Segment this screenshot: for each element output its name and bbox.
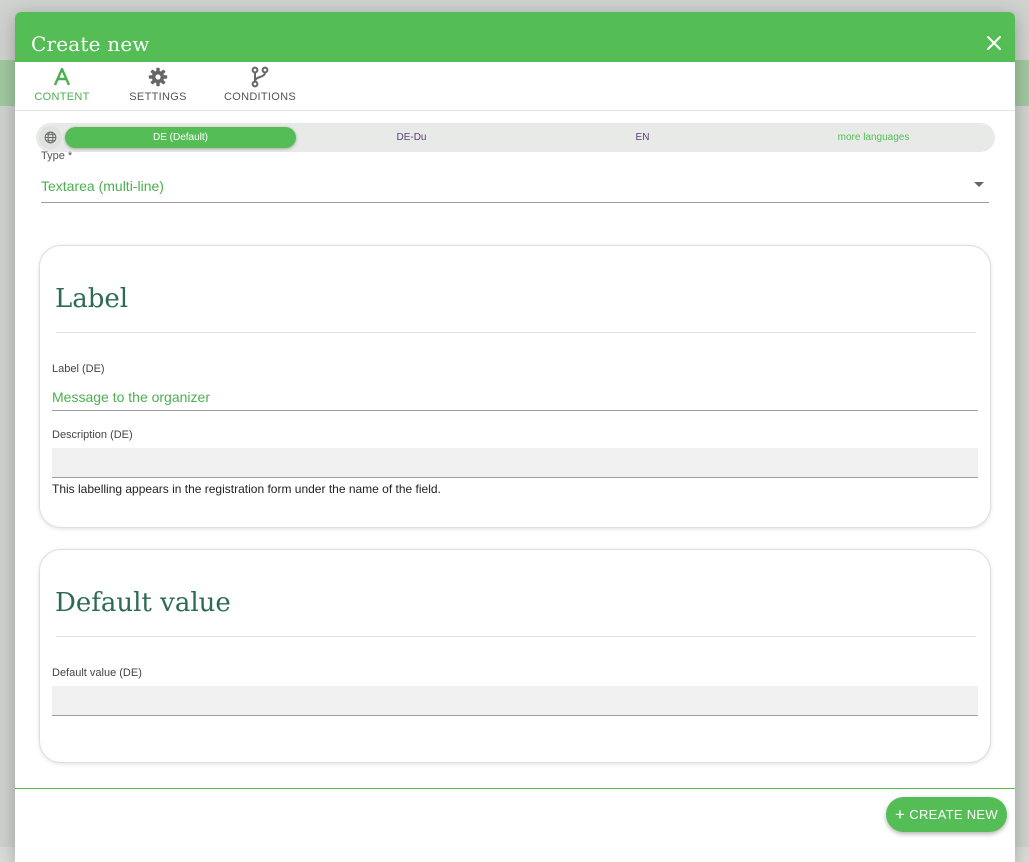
default-value-field-label: Default value (DE)	[52, 667, 142, 679]
type-select-value: Textarea (multi-line)	[41, 178, 164, 194]
description-hint: This labelling appears in the registrati…	[52, 482, 441, 496]
tab-settings-label: SETTINGS	[129, 91, 187, 103]
close-button[interactable]	[985, 34, 1003, 52]
language-tab-de-default[interactable]: DE (Default)	[65, 127, 296, 148]
label-field-label: Label (DE)	[52, 363, 105, 375]
language-tab-de-du[interactable]: DE-Du	[296, 127, 527, 148]
dialog-title: Create new	[31, 32, 150, 56]
description-field-label: Description (DE)	[52, 429, 133, 441]
default-value-card-title: Default value	[55, 588, 231, 618]
dialog-header: Create new	[15, 12, 1015, 62]
branch-icon	[250, 66, 270, 88]
tab-settings[interactable]: SETTINGS	[129, 62, 187, 110]
globe-button[interactable]	[39, 126, 62, 149]
type-select[interactable]: Textarea (multi-line)	[41, 170, 989, 203]
caret-down-icon	[974, 182, 984, 187]
close-icon	[987, 36, 1001, 50]
label-input[interactable]: Message to the organizer	[52, 381, 978, 411]
label-card: Label Label (DE) Message to the organize…	[39, 245, 991, 528]
font-icon	[53, 66, 71, 88]
tab-content-label: CONTENT	[34, 91, 90, 103]
plus-icon: +	[895, 805, 906, 824]
type-field-label: Type *	[41, 150, 73, 162]
label-card-title: Label	[55, 284, 129, 314]
card-divider	[56, 636, 976, 637]
gear-icon	[148, 66, 168, 88]
card-divider	[56, 332, 976, 333]
dialog-tabs: CONTENT SETTINGS CONDITIONS	[15, 62, 1015, 111]
tab-content[interactable]: CONTENT	[34, 62, 90, 110]
footer-divider	[15, 788, 1015, 789]
language-switcher: DE (Default) DE-Du EN more languages	[36, 123, 995, 152]
create-new-button[interactable]: + CREATE NEW	[886, 797, 1007, 832]
label-input-value: Message to the organizer	[52, 389, 210, 405]
globe-icon	[44, 131, 57, 144]
description-input[interactable]	[52, 448, 978, 478]
default-value-card: Default value Default value (DE)	[39, 549, 991, 763]
tab-conditions[interactable]: CONDITIONS	[224, 62, 296, 110]
more-languages-link[interactable]: more languages	[758, 127, 989, 148]
create-new-dialog: Create new CONTENT SETTINGS CONDITIONS D…	[15, 12, 1015, 862]
default-value-input[interactable]	[52, 686, 978, 716]
tab-conditions-label: CONDITIONS	[223, 91, 297, 103]
create-new-label: CREATE NEW	[909, 807, 998, 822]
language-tab-en[interactable]: EN	[527, 127, 758, 148]
